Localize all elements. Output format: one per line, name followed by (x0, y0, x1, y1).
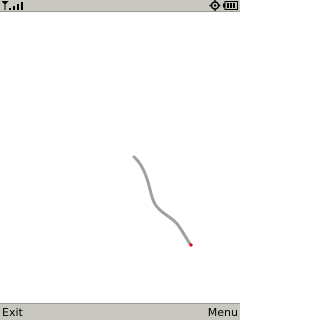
battery-icon (223, 1, 238, 10)
pen-cursor (189, 243, 193, 247)
status-bar (0, 0, 240, 12)
settings-icon (209, 0, 221, 11)
menu-softkey[interactable]: Menu (208, 306, 238, 319)
softkey-bar: Exit Menu (0, 303, 240, 320)
exit-softkey[interactable]: Exit (2, 306, 23, 319)
drawn-stroke (132, 155, 192, 246)
signal-strength-icon (2, 1, 23, 10)
drawing-surface (132, 155, 193, 247)
drawing-canvas[interactable] (0, 12, 240, 303)
